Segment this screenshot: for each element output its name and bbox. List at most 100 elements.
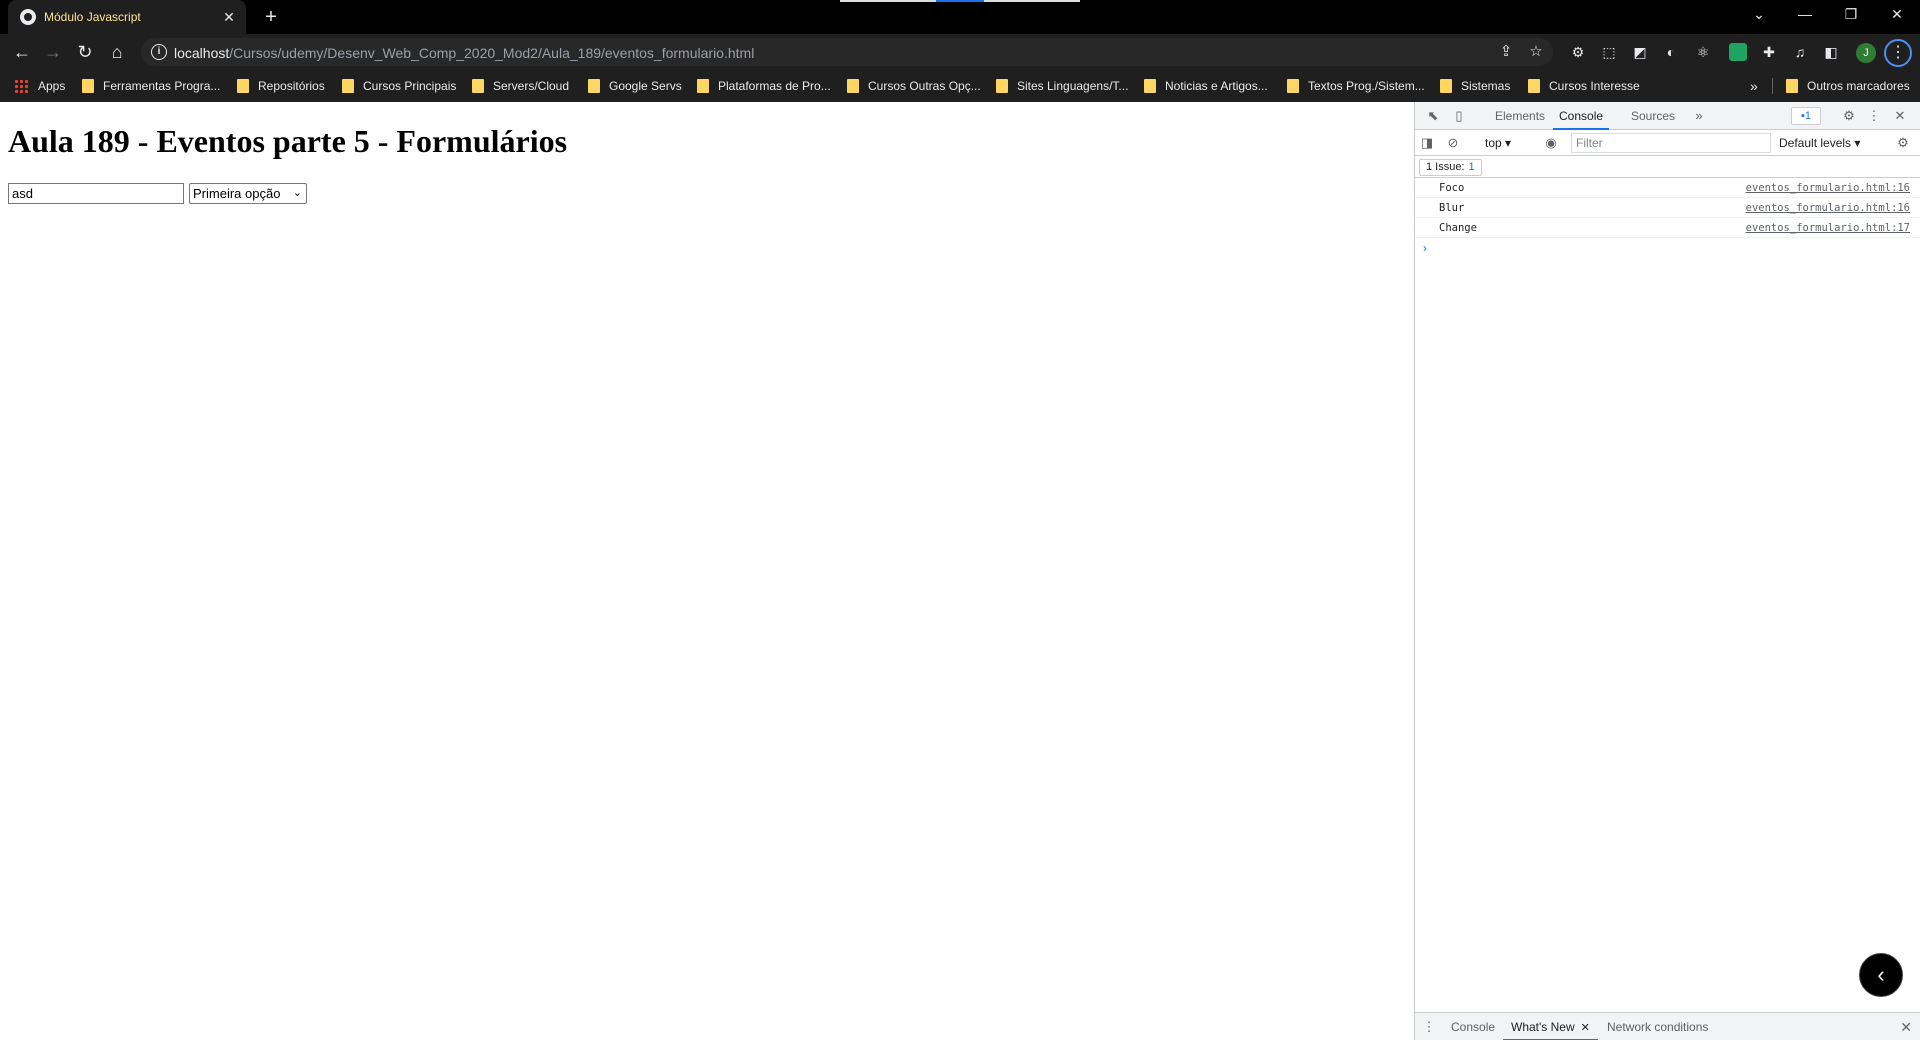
log-levels-select[interactable]: Default levels ▾ bbox=[1779, 133, 1860, 153]
filter-input[interactable]: Filter bbox=[1571, 133, 1771, 153]
options-select[interactable]: Primeira opção ⌄ bbox=[189, 183, 307, 204]
text-input[interactable] bbox=[8, 183, 184, 204]
console-prompt[interactable]: › bbox=[1415, 238, 1920, 258]
bookmark-label: Google Servs bbox=[609, 79, 682, 93]
drawer-tab-label: What's New bbox=[1511, 1020, 1575, 1034]
folder-icon bbox=[1786, 79, 1798, 93]
console-log-row: Foco eventos_formulario.html:16 bbox=[1415, 178, 1920, 198]
folder-icon bbox=[342, 79, 354, 93]
back-button[interactable]: ← bbox=[10, 40, 34, 64]
log-message: Foco bbox=[1439, 182, 1465, 194]
bookmark-folder[interactable]: Cursos Principais bbox=[342, 70, 456, 102]
share-icon[interactable]: ⇪ bbox=[1497, 43, 1515, 61]
page-viewport: Aula 189 - Eventos parte 5 - Formulários… bbox=[0, 102, 1414, 1040]
log-source-link[interactable]: eventos_formulario.html:17 bbox=[1746, 218, 1910, 238]
folder-icon bbox=[1144, 79, 1156, 93]
bookmark-folder[interactable]: Google Servs bbox=[588, 70, 682, 102]
drawer-close-icon[interactable]: ✕ bbox=[1900, 1019, 1912, 1036]
tab-title: Módulo Javascript bbox=[44, 10, 141, 24]
extension-gear-icon[interactable]: ⚙ bbox=[1569, 43, 1587, 61]
context-label: top bbox=[1485, 136, 1502, 150]
bookmark-folder[interactable]: Repositórios bbox=[237, 70, 325, 102]
new-tab-button[interactable]: + bbox=[260, 6, 282, 28]
browser-menu-icon[interactable]: ⋮ bbox=[1884, 39, 1912, 67]
issues-badge[interactable]: ▪1 bbox=[1791, 107, 1821, 125]
bookmark-folder[interactable]: Sites Linguagens/T... bbox=[996, 70, 1128, 102]
address-bar[interactable]: i localhost/Cursos/udemy/Desenv_Web_Comp… bbox=[141, 38, 1553, 66]
console-settings-icon[interactable]: ⚙ bbox=[1895, 135, 1911, 151]
issues-count: 1 bbox=[1468, 161, 1475, 173]
folder-icon bbox=[996, 79, 1008, 93]
media-control-icon[interactable]: ♫ bbox=[1791, 43, 1809, 61]
folder-icon bbox=[82, 79, 94, 93]
console-toolbar: ◨ ⊘ top ▾ ◉ Filter Default levels ▾ ⚙ bbox=[1415, 130, 1920, 156]
devtools-panel: ⬉ ▯ Elements Console Sources » ▪1 ⚙ ⋮ ✕ … bbox=[1414, 102, 1920, 1040]
settings-gear-icon[interactable]: ⚙ bbox=[1841, 108, 1857, 124]
window-close-button[interactable]: ✕ bbox=[1874, 0, 1920, 28]
extension-react-icon[interactable]: ⚛ bbox=[1694, 43, 1712, 61]
browser-tab[interactable]: Módulo Javascript ✕ bbox=[8, 0, 246, 34]
extension-blue-icon[interactable]: ◩ bbox=[1631, 43, 1649, 61]
bookmark-folder[interactable]: Textos Prog./Sistem... bbox=[1287, 70, 1425, 102]
bookmark-folder[interactable]: Noticias e Artigos... bbox=[1144, 70, 1268, 102]
bookmark-folder[interactable]: Ferramentas Progra... bbox=[82, 70, 220, 102]
bookmark-folder[interactable]: Plataformas de Pro... bbox=[697, 70, 831, 102]
bookmark-apps[interactable]: Apps bbox=[14, 70, 65, 102]
drawer-tab-network-conditions[interactable]: Network conditions bbox=[1607, 1013, 1708, 1040]
drawer-tab-whats-new[interactable]: What's New ✕ bbox=[1503, 1013, 1598, 1040]
tab-sources[interactable]: Sources bbox=[1631, 102, 1675, 130]
tab-search-button[interactable]: ⌄ bbox=[1736, 0, 1782, 28]
log-source-link[interactable]: eventos_formulario.html:16 bbox=[1746, 178, 1910, 198]
site-info-icon[interactable]: i bbox=[151, 44, 167, 60]
bookmark-label: Noticias e Artigos... bbox=[1165, 79, 1268, 93]
log-source-link[interactable]: eventos_formulario.html:16 bbox=[1746, 198, 1910, 218]
home-button[interactable]: ⌂ bbox=[105, 40, 129, 64]
profile-avatar[interactable]: J bbox=[1856, 43, 1876, 63]
devtools-close-icon[interactable]: ✕ bbox=[1892, 108, 1908, 124]
window-drag-indicator bbox=[840, 0, 1080, 2]
bookmark-other-folder[interactable]: Outros marcadores bbox=[1786, 70, 1910, 102]
context-select[interactable]: top ▾ bbox=[1485, 133, 1511, 153]
tab-elements[interactable]: Elements bbox=[1495, 102, 1545, 130]
close-icon[interactable]: ✕ bbox=[1581, 1022, 1590, 1034]
bookmark-folder[interactable]: Cursos Outras Opç... bbox=[847, 70, 981, 102]
bookmark-label: Ferramentas Progra... bbox=[103, 79, 221, 93]
device-toolbar-icon[interactable]: ▯ bbox=[1451, 108, 1467, 124]
folder-icon bbox=[1287, 79, 1299, 93]
folder-icon bbox=[697, 79, 709, 93]
chevron-left-icon[interactable]: ‹ bbox=[1859, 953, 1903, 997]
folder-icon bbox=[1440, 79, 1452, 93]
forward-button[interactable]: → bbox=[41, 40, 65, 64]
bookmark-folder[interactable]: Sistemas bbox=[1440, 70, 1510, 102]
drawer-menu-icon[interactable]: ⋮ bbox=[1421, 1019, 1437, 1035]
bookmark-folder[interactable]: Cursos Interesse bbox=[1528, 70, 1640, 102]
issues-button[interactable]: 1 Issue: 1 bbox=[1419, 159, 1482, 176]
url-text[interactable]: localhost/Cursos/udemy/Desenv_Web_Comp_2… bbox=[174, 45, 754, 61]
bookmarks-bar: Apps Ferramentas Progra... Repositórios … bbox=[0, 70, 1920, 102]
reload-button[interactable]: ↻ bbox=[73, 40, 97, 64]
extension-green-icon[interactable] bbox=[1729, 43, 1747, 61]
more-tabs-icon[interactable]: » bbox=[1691, 108, 1707, 124]
page-title: Aula 189 - Eventos parte 5 - Formulários bbox=[8, 123, 568, 159]
extension-screenshot-icon[interactable]: ⬚ bbox=[1600, 43, 1618, 61]
devtools-drawer: ⋮ Console What's New ✕ Network conditions… bbox=[1415, 1012, 1920, 1040]
bookmarks-overflow-button[interactable]: » bbox=[1750, 70, 1758, 102]
bookmark-folder[interactable]: Servers/Cloud bbox=[472, 70, 569, 102]
extension-circle-icon[interactable]: ◐ bbox=[1662, 43, 1680, 61]
extensions-puzzle-icon[interactable]: ✚ bbox=[1760, 43, 1778, 61]
restore-button[interactable]: ❐ bbox=[1828, 0, 1874, 28]
devtools-menu-icon[interactable]: ⋮ bbox=[1866, 108, 1882, 124]
tab-close-icon[interactable]: ✕ bbox=[220, 8, 238, 26]
tab-console[interactable]: Console bbox=[1553, 102, 1610, 130]
clear-console-icon[interactable]: ⊘ bbox=[1445, 135, 1461, 151]
bookmark-star-icon[interactable]: ☆ bbox=[1527, 43, 1545, 61]
issues-bar: 1 Issue: 1 bbox=[1415, 156, 1920, 178]
inspect-element-icon[interactable]: ⬉ bbox=[1425, 108, 1441, 124]
browser-toolbar: ← → ↻ ⌂ i localhost/Cursos/udemy/Desenv_… bbox=[0, 34, 1920, 70]
log-message: Change bbox=[1439, 222, 1477, 234]
minimize-button[interactable]: — bbox=[1782, 0, 1828, 28]
side-panel-icon[interactable]: ◧ bbox=[1822, 43, 1840, 61]
live-expression-eye-icon[interactable]: ◉ bbox=[1543, 135, 1559, 151]
sidebar-toggle-icon[interactable]: ◨ bbox=[1419, 135, 1435, 151]
drawer-tab-console[interactable]: Console bbox=[1451, 1013, 1495, 1040]
